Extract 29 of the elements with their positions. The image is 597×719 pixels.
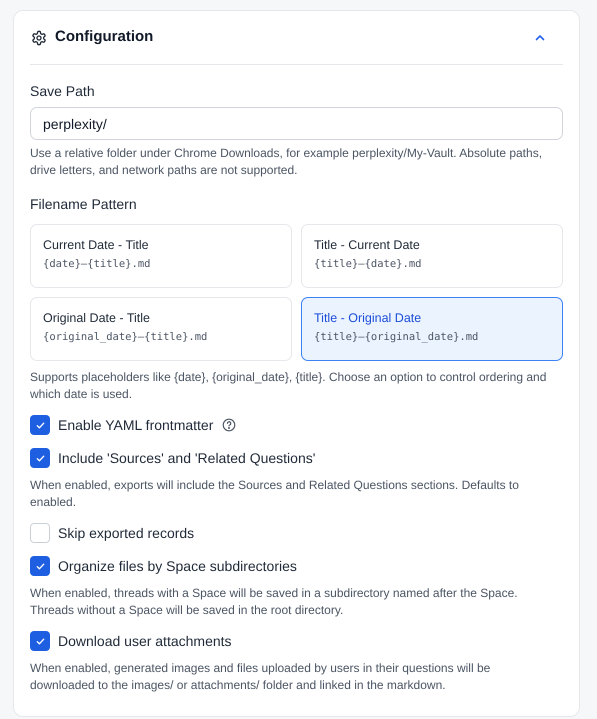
checkbox-label[interactable]: Include 'Sources' and 'Related Questions': [58, 448, 316, 468]
checkbox-label[interactable]: Skip exported records: [58, 523, 194, 543]
checkbox-label[interactable]: Download user attachments: [58, 631, 232, 651]
help-text: Supports placeholders like {date}, {original_date}, {title}. Choose an option to control ordering and which date is used.: [30, 369, 548, 403]
checkbox[interactable]: [30, 448, 50, 468]
pattern-option[interactable]: Original Date - Title {original_date}—{title}.md: [30, 297, 292, 361]
checkmark-icon: [34, 560, 46, 572]
pattern-option[interactable]: Title - Current Date {title}—{date}.md: [301, 224, 563, 288]
checkbox[interactable]: [30, 415, 50, 435]
help-text: When enabled, exports will include the Sources and Related Questions sections. Defaults to enabled.: [30, 477, 520, 511]
help-text: When enabled, threads with a Space will be saved in a subdirectory named after the Space. Threads without a Space will be saved in the root directory.: [30, 585, 519, 619]
checkbox[interactable]: [30, 556, 50, 576]
checkbox[interactable]: [30, 631, 50, 651]
help-icon[interactable]: [222, 418, 236, 432]
checkmark-icon: [34, 452, 46, 464]
checkbox-label[interactable]: Organize files by Space subdirectories: [58, 556, 297, 576]
field-label: Save Path: [30, 82, 96, 100]
section-title: Configuration: [55, 27, 154, 48]
checkmark-icon: [34, 636, 46, 646]
field-label: Filename Pattern: [30, 195, 138, 213]
settings-icon: [31, 30, 47, 46]
checkbox-label[interactable]: Enable YAML frontmatter: [58, 415, 214, 435]
help-text: Use a relative folder under Chrome Downloads, for example perplexity/My-Vault. Absolute paths, drive letters, and network paths are not supported.: [30, 145, 544, 179]
pattern-option[interactable]: Current Date - Title {date}—{title}.md: [30, 224, 292, 288]
checkbox[interactable]: [30, 523, 50, 543]
pattern-option[interactable]: Title - Original Date {title}—{original_date}.md: [301, 297, 563, 361]
path-field[interactable]: perplexity/: [30, 107, 563, 140]
checkmark-icon: [34, 420, 46, 430]
help-text: When enabled, generated images and files uploaded by users in their questions will be downloaded to the images/ or attachments/ folder and linked in the markdown.: [30, 660, 492, 694]
